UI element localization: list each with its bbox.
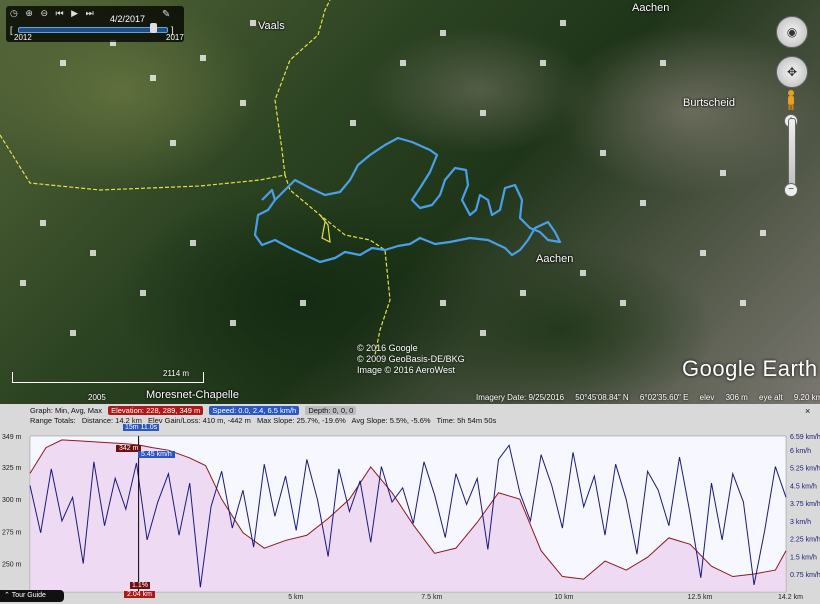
y-tick-label: 300 m bbox=[2, 497, 22, 504]
elev-value: 306 m bbox=[725, 393, 748, 402]
scale-bar bbox=[12, 372, 204, 383]
hand-icon: ✥ bbox=[786, 65, 798, 79]
cursor-time: 15m 11.0s bbox=[123, 424, 160, 431]
time-slider[interactable]: ◷ ⊕ ⊖ ⏮ ▶ ⏭ 4/2/2017 ✎ [ ] 2012 2017 bbox=[6, 6, 184, 42]
label-aachen: Aachen bbox=[536, 253, 574, 265]
y2-tick-label: 3.75 km/h bbox=[790, 501, 820, 508]
range-totals-label: Range Totals: bbox=[30, 416, 76, 425]
y-tick-label: 325 m bbox=[2, 465, 22, 472]
copyright: © 2016 Google © 2009 GeoBasis-DE/BKG Ima… bbox=[357, 343, 465, 376]
y-tick-label: 349 m bbox=[2, 434, 22, 441]
x-tick-label: 14.2 km bbox=[778, 594, 803, 600]
y2-tick-label: 5.25 km/h bbox=[790, 466, 820, 473]
move-control[interactable]: ✥ bbox=[776, 56, 808, 88]
label-vaals: Vaals bbox=[258, 20, 285, 32]
cursor-slope: 1.1% bbox=[130, 582, 150, 589]
label-moresnet: Moresnet-Chapelle bbox=[146, 389, 239, 401]
time-end-year: 2017 bbox=[166, 33, 184, 42]
google-earth-logo: Google Earth bbox=[682, 356, 818, 381]
street-view-pegman-icon[interactable] bbox=[786, 90, 796, 110]
x-tick-label: 10 km bbox=[554, 594, 573, 600]
zoom-in-time-icon[interactable]: ⊕ bbox=[25, 8, 33, 18]
y-tick-label: 275 m bbox=[2, 529, 22, 536]
label-aachen-north: Aachen bbox=[632, 2, 670, 14]
eye-alt-label: eye alt bbox=[759, 393, 783, 402]
x-tick-label: 12.5 km bbox=[687, 594, 712, 600]
time-slider-date: 4/2/2017 bbox=[110, 14, 146, 24]
time-track[interactable] bbox=[18, 27, 168, 33]
close-icon[interactable]: × bbox=[805, 406, 810, 416]
y2-tick-label: 4.5 km/h bbox=[790, 483, 817, 490]
map-view[interactable]: Vaals Aachen Burtscheid Aachen Moresnet-… bbox=[0, 0, 820, 404]
tour-guide-button[interactable]: ⌃ Tour Guide bbox=[0, 590, 64, 602]
copyright-line: © 2009 GeoBasis-DE/BKG bbox=[357, 354, 465, 364]
y2-tick-label: 2.25 km/h bbox=[790, 537, 820, 544]
range-start-bracket[interactable]: [ bbox=[10, 25, 13, 35]
depth-stat[interactable]: Depth: 0, 0, 0 bbox=[305, 406, 357, 415]
chevron-up-icon: ⌃ bbox=[4, 592, 12, 599]
cursor-distance: 2.04 km bbox=[124, 591, 155, 598]
copyright-line: © 2016 Google bbox=[357, 343, 418, 353]
elev-label: elev bbox=[699, 393, 715, 402]
time-start-year: 2012 bbox=[14, 33, 32, 42]
y2-tick-label: 3 km/h bbox=[790, 519, 811, 526]
poi-markers bbox=[20, 20, 766, 336]
tour-guide-label: Tour Guide bbox=[11, 592, 46, 599]
elevation-stat[interactable]: Elevation: 228, 289, 349 m bbox=[108, 406, 204, 415]
step-forward-icon[interactable]: ⏭ bbox=[86, 8, 94, 18]
status-bar: Imagery Date: 9/25/2016 50°45'08.84" N 6… bbox=[476, 393, 820, 402]
elevation-chart[interactable]: 349 m325 m300 m275 m250 m228 m6.59 km/h6… bbox=[0, 428, 820, 600]
avg-slope: Avg Slope: 5.5%, -5.6% bbox=[351, 416, 431, 425]
range-totals-row: Range Totals: Distance: 14.2 km Elev Gai… bbox=[30, 416, 500, 425]
graph-label: Graph: Min, Avg, Max bbox=[30, 406, 102, 415]
clock-icon[interactable]: ◷ bbox=[10, 8, 18, 18]
max-slope: Max Slope: 25.7%, -19.6% bbox=[257, 416, 346, 425]
y2-tick-label: 1.5 km/h bbox=[790, 554, 817, 561]
eye-alt-value: 9.20 km bbox=[793, 393, 820, 402]
zoom-out-button[interactable]: − bbox=[784, 183, 798, 197]
eye-icon: ◉ bbox=[786, 25, 798, 39]
elev-gain-loss: Elev Gain/Loss: 410 m, -442 m bbox=[147, 416, 251, 425]
cursor-speed: 5.45 km/h bbox=[138, 451, 175, 458]
step-back-icon[interactable]: ⏮ bbox=[56, 8, 64, 18]
look-control[interactable]: ◉ bbox=[776, 16, 808, 48]
copyright-line: Image © 2016 AeroWest bbox=[357, 365, 456, 375]
time-slider-tools: ◷ ⊕ ⊖ ⏮ ▶ ⏭ bbox=[10, 8, 99, 19]
x-tick-label: 7.5 km bbox=[421, 594, 442, 600]
elevation-profile-panel[interactable]: Graph: Min, Avg, Max Elevation: 228, 289… bbox=[0, 404, 820, 604]
wrench-icon[interactable]: ✎ bbox=[162, 9, 170, 20]
zoom-out-time-icon[interactable]: ⊖ bbox=[40, 8, 48, 18]
y2-tick-label: 6 km/h bbox=[790, 448, 811, 455]
latitude: 50°45'08.84" N bbox=[575, 393, 629, 402]
x-tick-label: 5 km bbox=[288, 594, 303, 600]
y2-tick-label: 6.59 km/h bbox=[790, 434, 820, 441]
scale-year: 2005 bbox=[88, 393, 106, 402]
longitude: 6°02'35.60" E bbox=[639, 393, 689, 402]
speed-stat[interactable]: Speed: 0.0, 2.4, 6.5 km/h bbox=[209, 406, 300, 415]
gps-track bbox=[253, 136, 562, 264]
stats-row: Graph: Min, Avg, Max Elevation: 228, 289… bbox=[30, 406, 360, 415]
time-thumb[interactable] bbox=[150, 23, 157, 33]
y2-tick-label: 0.75 km/h bbox=[790, 572, 820, 579]
time-total: Time: 5h 54m 50s bbox=[436, 416, 497, 425]
play-icon[interactable]: ▶ bbox=[71, 8, 78, 18]
imagery-date: Imagery Date: 9/25/2016 bbox=[476, 393, 565, 402]
y-tick-label: 250 m bbox=[2, 562, 22, 569]
label-burtscheid: Burtscheid bbox=[683, 97, 735, 109]
